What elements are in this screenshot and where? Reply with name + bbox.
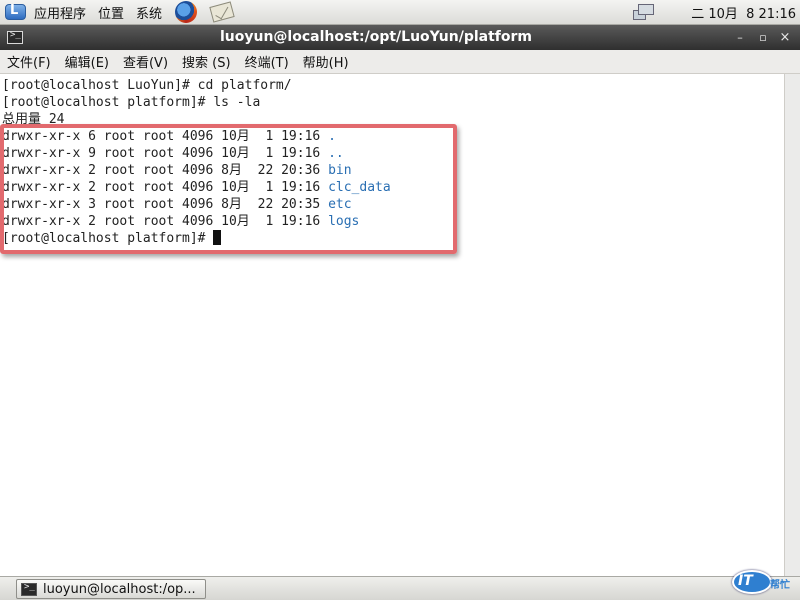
places-menu[interactable]: 位置: [92, 0, 130, 25]
watermark-sub: 帮忙: [770, 580, 790, 591]
menu-search[interactable]: 搜索 (S): [177, 52, 236, 71]
window-titlebar[interactable]: >_ luoyun@localhost:/opt/LuoYun/platform…: [0, 25, 800, 50]
menu-view[interactable]: 查看(V): [118, 52, 173, 71]
menu-file[interactable]: 文件(F): [2, 52, 56, 71]
terminal-line: [root@localhost LuoYun]# cd platform/: [2, 77, 784, 94]
terminal-scrollbar[interactable]: [784, 74, 800, 576]
terminal-window: >_ luoyun@localhost:/opt/LuoYun/platform…: [0, 25, 800, 576]
app-logo-icon: L: [4, 2, 28, 22]
system-tray: 二 10月 8 21:16: [633, 0, 800, 25]
highlight-annotation-box: [0, 124, 457, 254]
terminal-icon: >_: [21, 582, 37, 596]
applications-menu-label: 应用程序: [34, 6, 87, 22]
close-button[interactable]: ×: [778, 31, 792, 45]
window-title: luoyun@localhost:/opt/LuoYun/platform: [219, 29, 532, 45]
line-text: [root@localhost LuoYun]# cd platform/: [2, 78, 292, 93]
taskbar-window-button[interactable]: >_ luoyun@localhost:/op...: [16, 579, 206, 599]
applications-menu[interactable]: L 应用程序: [0, 0, 92, 25]
top-panel: L 应用程序 位置 系统 二 10月 8 21:16: [0, 0, 800, 25]
menu-terminal[interactable]: 终端(T): [240, 52, 294, 71]
network-icon[interactable]: [633, 3, 655, 22]
site-watermark-logo: IT 帮忙: [732, 568, 796, 596]
clock[interactable]: 二 10月 8 21:16: [691, 3, 800, 22]
mail-launcher[interactable]: [209, 0, 235, 24]
taskbar-window-label: luoyun@localhost:/op...: [43, 581, 196, 597]
line-text: [root@localhost platform]# ls -la: [2, 95, 261, 110]
mail-icon: [209, 1, 235, 23]
terminal-line: [root@localhost platform]# ls -la: [2, 94, 784, 111]
minimize-button[interactable]: –: [733, 31, 747, 45]
menubar: 文件(F) 编辑(E) 查看(V) 搜索 (S) 终端(T) 帮助(H): [0, 50, 800, 74]
maximize-button[interactable]: ▫: [756, 31, 770, 45]
menu-edit[interactable]: 编辑(E): [60, 52, 114, 71]
firefox-icon: [175, 1, 198, 23]
bottom-panel: >_ luoyun@localhost:/op...: [0, 576, 800, 600]
watermark-text: IT: [738, 573, 753, 589]
system-menu[interactable]: 系统: [130, 0, 168, 25]
menu-help[interactable]: 帮助(H): [298, 52, 354, 71]
firefox-launcher[interactable]: [174, 0, 198, 24]
